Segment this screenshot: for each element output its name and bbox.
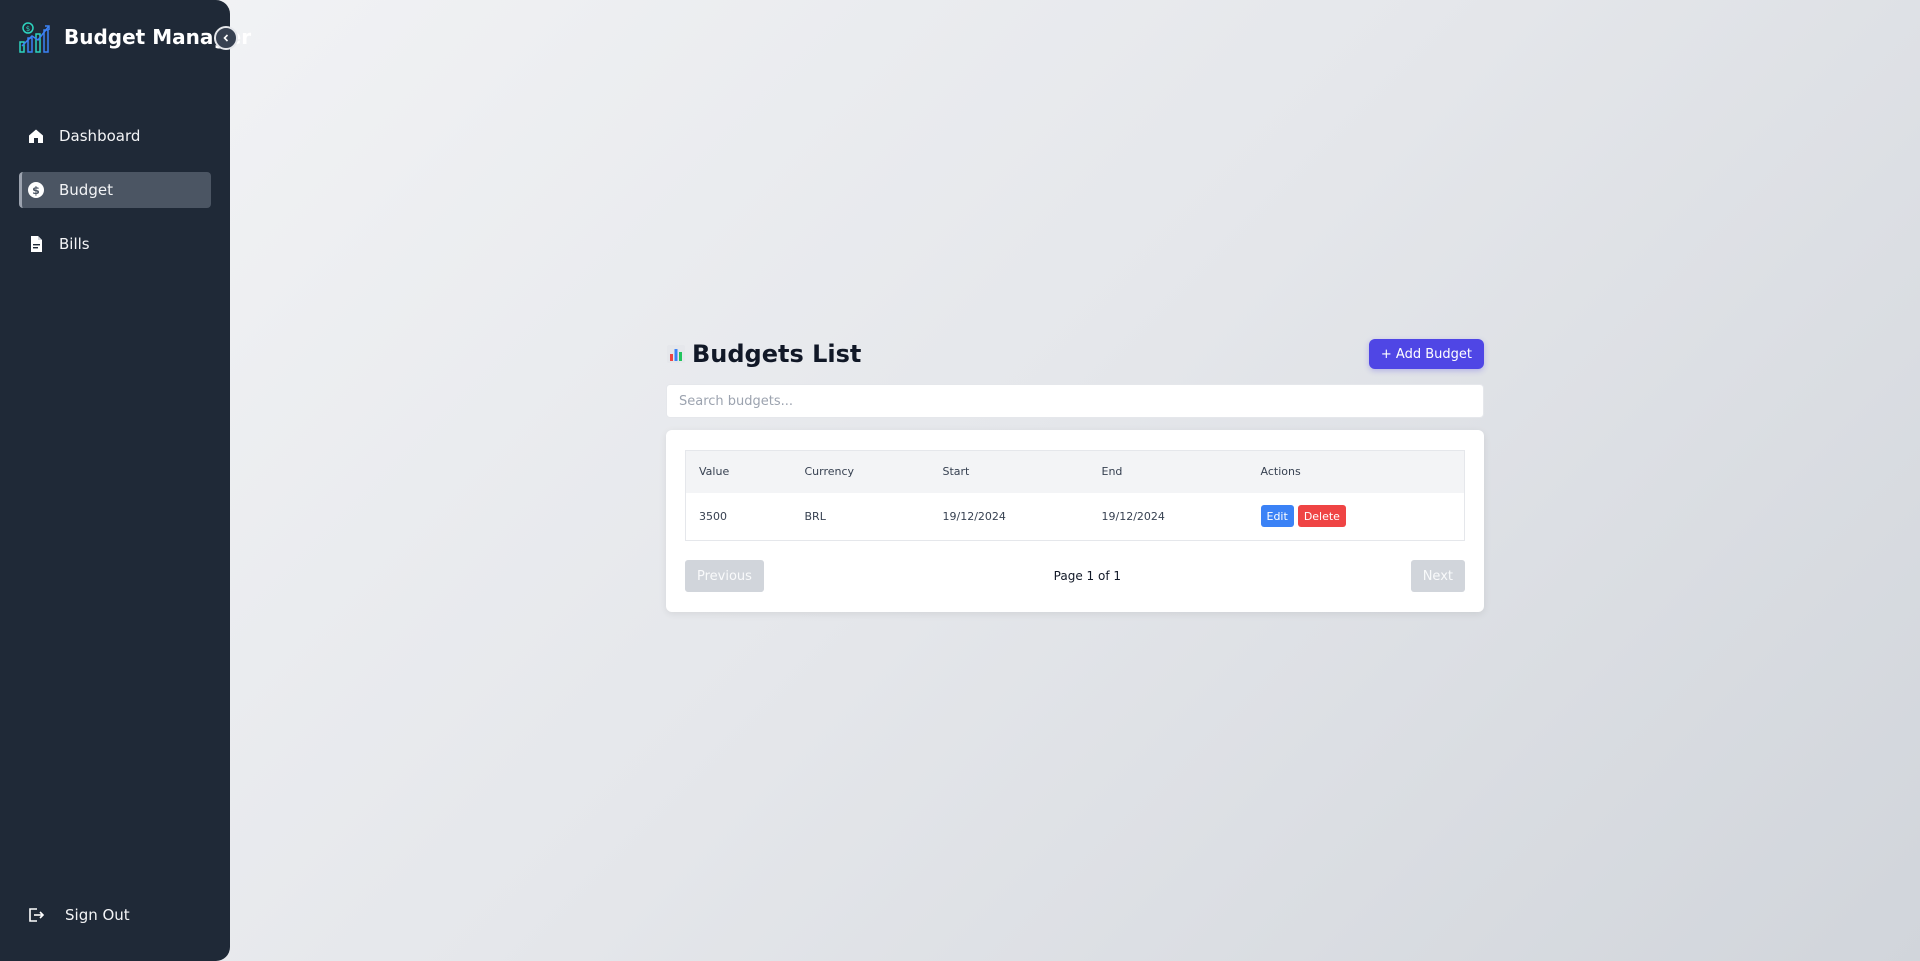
svg-text:$: $ (32, 184, 40, 197)
budgets-card: Value Currency Start End Actions 3500 BR… (666, 430, 1484, 612)
sign-out-button[interactable]: Sign Out (27, 906, 130, 924)
sidebar-item-label: Bills (59, 235, 90, 253)
page-indicator: Page 1 of 1 (1053, 569, 1121, 583)
dollar-circle-icon: $ (28, 182, 44, 198)
page-title: Budgets List (692, 340, 862, 368)
sidebar-item-label: Dashboard (59, 127, 141, 145)
previous-button[interactable]: Previous (685, 560, 764, 592)
sidebar-item-budget[interactable]: $ Budget (19, 172, 211, 208)
chevron-left-icon (223, 34, 229, 42)
sidebar-item-bills[interactable]: Bills (19, 226, 211, 262)
cell-currency: BRL (804, 509, 826, 523)
sidebar-item-label: Budget (59, 181, 113, 199)
budgets-table: Value Currency Start End Actions 3500 BR… (685, 450, 1465, 541)
column-header-end: End (1101, 465, 1123, 479)
cell-actions: Edit Delete (1248, 493, 1465, 541)
cell-value: 3500 (699, 509, 727, 523)
collapse-sidebar-button[interactable] (214, 26, 238, 50)
table-header-row: Value Currency Start End Actions (685, 450, 1465, 493)
page-header: Budgets List + Add Budget (666, 338, 1484, 370)
cell-end: 19/12/2024 (1101, 509, 1165, 523)
svg-text:$: $ (26, 25, 30, 33)
delete-button[interactable]: Delete (1297, 505, 1346, 528)
document-icon (31, 236, 42, 252)
sidebar: $ Budget Manager Dashboard $ Budget Bill… (0, 0, 251, 961)
column-header-value: Value (699, 465, 730, 479)
logout-icon (29, 908, 45, 922)
cell-start: 19/12/2024 (942, 509, 1006, 523)
sidebar-item-dashboard[interactable]: Dashboard (19, 118, 211, 154)
search-input[interactable] (666, 384, 1484, 418)
main-content: Budgets List + Add Budget Value Currency… (666, 338, 1484, 612)
home-icon (29, 129, 43, 143)
table-row: 3500 BRL 19/12/2024 19/12/2024 Edit Delet… (686, 493, 1465, 541)
pagination: Previous Page 1 of 1 Next (685, 560, 1465, 592)
edit-button[interactable]: Edit (1260, 505, 1294, 528)
column-header-start: Start (942, 465, 970, 479)
column-header-actions: Actions (1260, 465, 1301, 479)
title-wrap: Budgets List (666, 340, 861, 368)
add-budget-button[interactable]: + Add Budget (1368, 339, 1484, 369)
sign-out-label: Sign Out (65, 906, 130, 924)
sidebar-nav: Dashboard $ Budget Bills (19, 118, 211, 280)
next-button[interactable]: Next (1410, 560, 1465, 592)
column-header-currency: Currency (804, 465, 855, 479)
logo-chart-icon: $ (19, 22, 50, 53)
bar-chart-icon (667, 345, 685, 363)
